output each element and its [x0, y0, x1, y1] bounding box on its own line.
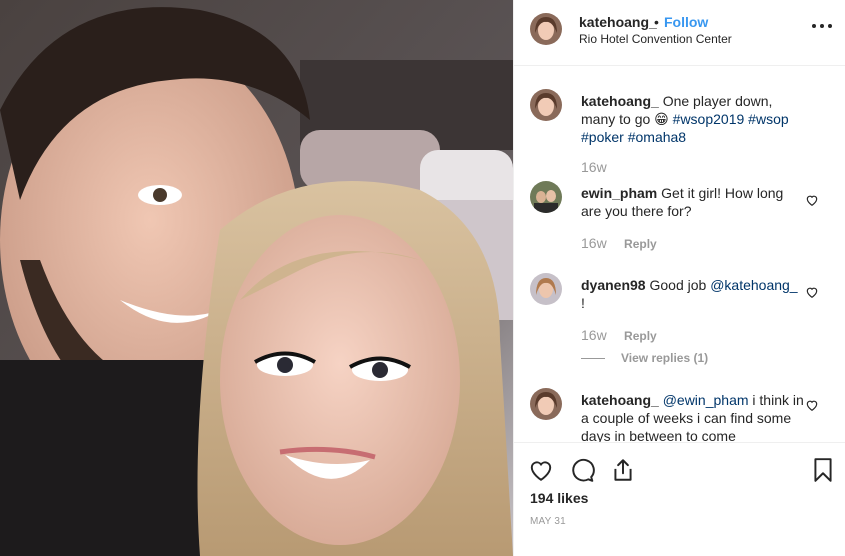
comment-username[interactable]: dyanen98	[581, 277, 646, 293]
timestamp[interactable]: 16w	[581, 327, 607, 343]
comment-username[interactable]: katehoang_	[581, 392, 659, 408]
follow-button[interactable]: Follow	[664, 14, 708, 30]
view-replies-label: View replies (1)	[621, 351, 709, 365]
post-actions: 194 likes MAY 31	[514, 442, 845, 556]
comment-text: katehoang_ @ewin_pham i think in a coupl…	[581, 391, 805, 442]
grin-emoji: 😁	[654, 111, 669, 127]
avatar[interactable]	[530, 388, 562, 420]
hashtag-link[interactable]: #omaha8	[628, 129, 686, 145]
reply-button[interactable]: Reply	[624, 237, 657, 251]
hashtag-link[interactable]: #wsop	[748, 111, 788, 127]
small-heart-icon[interactable]	[805, 398, 819, 412]
divider-line	[581, 358, 605, 360]
mention-link[interactable]: @ewin_pham	[663, 392, 749, 408]
avatar[interactable]	[530, 13, 562, 45]
comment-body: Good job	[649, 277, 707, 293]
bookmark-icon[interactable]	[810, 457, 836, 483]
small-heart-icon[interactable]	[805, 193, 819, 207]
selfie-photo-image	[0, 0, 513, 556]
view-replies-button[interactable]: View replies (1)	[581, 351, 708, 365]
comment-meta: 16w Reply	[581, 327, 657, 343]
share-icon[interactable]	[610, 457, 636, 483]
post-header: katehoang_ • Follow Rio Hotel Convention…	[514, 0, 845, 66]
avatar[interactable]	[530, 273, 562, 305]
hashtag-link[interactable]: #wsop2019	[673, 111, 745, 127]
post-location[interactable]: Rio Hotel Convention Center	[579, 32, 732, 46]
mention-link[interactable]: @katehoang_	[710, 277, 797, 293]
comment-icon[interactable]	[569, 457, 595, 483]
likes-count[interactable]: 194 likes	[530, 490, 588, 506]
post-photo[interactable]	[0, 0, 513, 556]
separator-dot: •	[654, 14, 659, 30]
more-options-icon[interactable]	[810, 18, 834, 34]
comment-text: dyanen98 Good job @katehoang_ !	[581, 276, 805, 312]
caption-meta: 16w	[581, 159, 607, 175]
post-date[interactable]: MAY 31	[530, 516, 566, 527]
caption-username[interactable]: katehoang_	[581, 93, 659, 109]
comment-text: ewin_pham Get it girl! How long are you …	[581, 184, 805, 220]
caption-text: katehoang_ One player down, many to go 😁…	[581, 92, 805, 146]
avatar[interactable]	[530, 89, 562, 121]
reply-button[interactable]: Reply	[624, 329, 657, 343]
small-heart-icon[interactable]	[805, 285, 819, 299]
post-detail-panel: katehoang_ • Follow Rio Hotel Convention…	[513, 0, 845, 556]
timestamp[interactable]: 16w	[581, 159, 607, 175]
timestamp[interactable]: 16w	[581, 235, 607, 251]
avatar[interactable]	[530, 181, 562, 213]
comment-meta: 16w Reply	[581, 235, 657, 251]
hashtag-link[interactable]: #poker	[581, 129, 624, 145]
comments-list[interactable]: katehoang_ One player down, many to go 😁…	[514, 67, 845, 442]
post-author-username[interactable]: katehoang_	[579, 14, 657, 30]
comment-username[interactable]: ewin_pham	[581, 185, 657, 201]
heart-icon[interactable]	[528, 457, 554, 483]
comment-body: !	[581, 295, 585, 311]
